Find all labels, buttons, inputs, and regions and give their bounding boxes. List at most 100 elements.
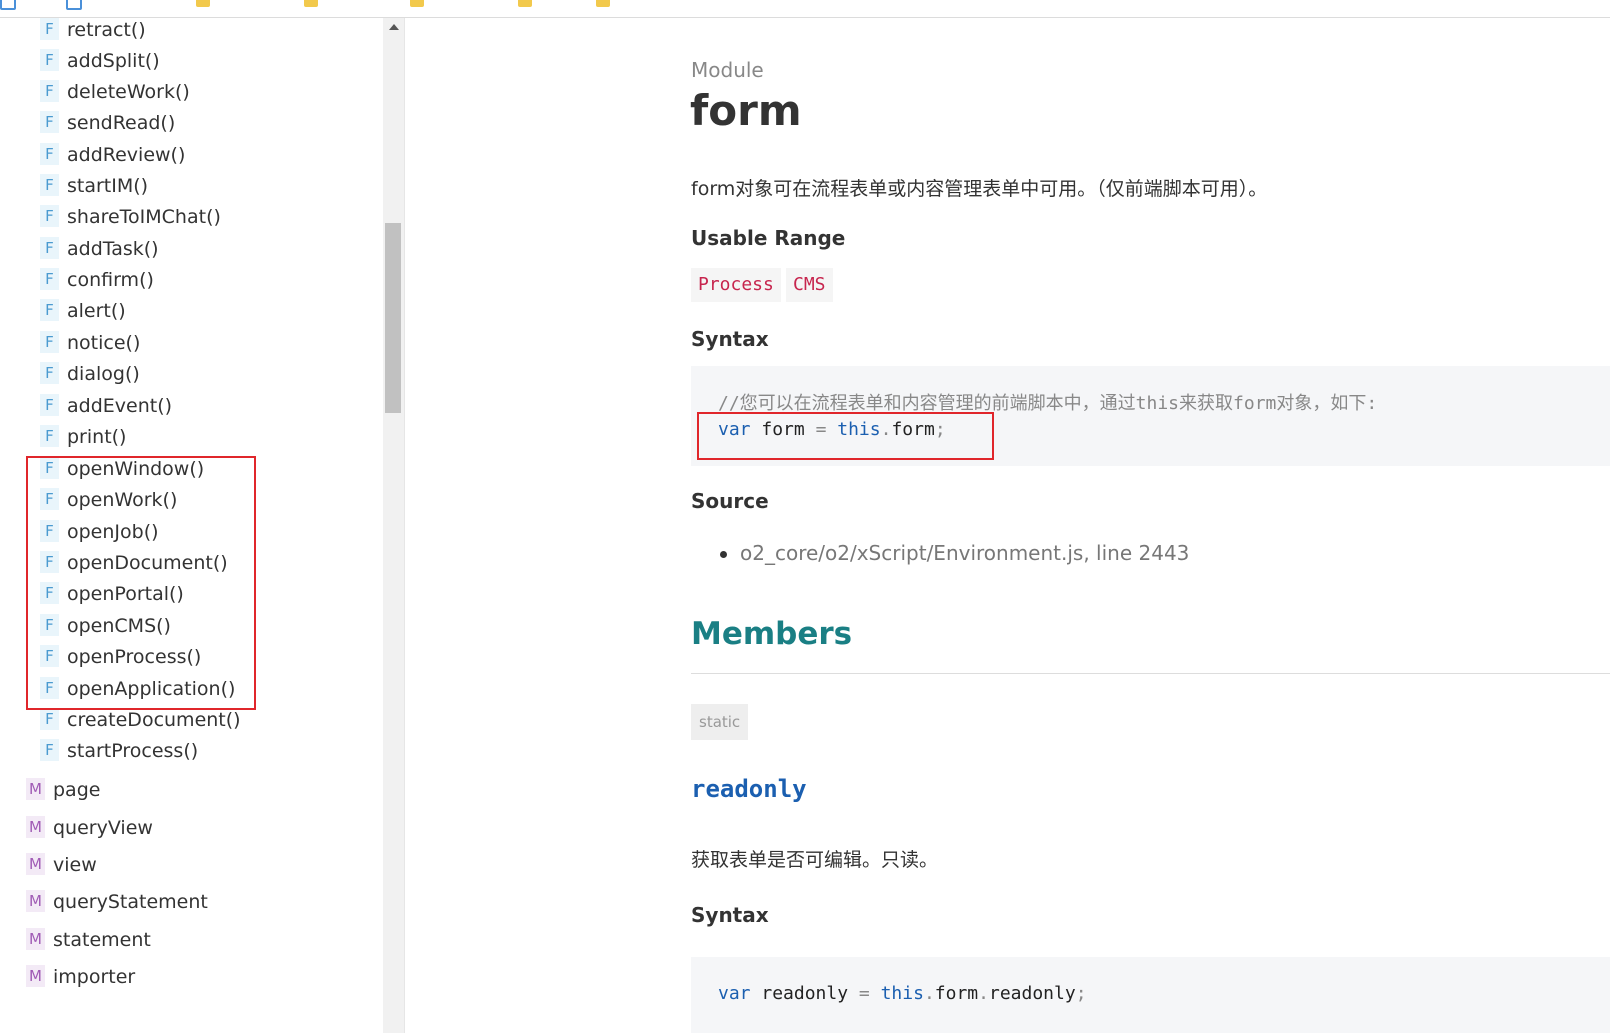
bookmark-item[interactable] [0,0,24,10]
nav-function-item[interactable]: FaddEvent() [40,394,172,418]
code-identifier: readonly [989,983,1076,1004]
nav-function-item[interactable]: FaddTask() [40,237,159,261]
nav-item-label: deleteWork() [67,81,190,103]
bookmark-folder[interactable] [196,0,218,8]
main-content: Module form form对象可在流程表单或内容管理表单中可用。（仅前端脚… [405,18,1610,1033]
module-badge-icon: M [26,816,45,838]
page-title: form [690,86,802,135]
nav-item-label: sendRead() [67,112,176,134]
nav-item-label: confirm() [67,269,154,291]
nav-function-item[interactable]: FsendRead() [40,111,175,135]
module-badge-icon: M [26,965,45,987]
function-badge-icon: F [40,362,59,384]
nav-item-label: startIM() [67,175,149,197]
nav-item-label: addReview() [67,144,186,166]
nav-item-label: print() [67,426,127,448]
module-badge-icon: M [26,890,45,912]
highlight-box [697,412,994,460]
nav-item-label: dialog() [67,363,140,385]
nav-function-item[interactable]: FcreateDocument() [40,708,241,732]
code-keyword: this [880,983,924,1004]
function-badge-icon: F [40,708,59,730]
code-keyword: var [718,983,751,1004]
nav-function-item[interactable]: FaddReview() [40,143,185,167]
members-heading: Members [691,616,853,652]
nav-function-item[interactable]: Fretract() [40,18,146,42]
code-punctuation: . [923,983,935,1004]
function-badge-icon: F [40,268,59,290]
scrollbar-thumb[interactable] [385,223,401,413]
function-badge-icon: F [40,205,59,227]
function-badge-icon: F [40,237,59,259]
nav-item-label: shareToIMChat() [67,206,221,228]
nav-function-item[interactable]: Fprint() [40,425,126,449]
bookmark-item[interactable] [66,0,90,10]
function-badge-icon: F [40,143,59,165]
nav-function-item[interactable]: Fdialog() [40,362,140,386]
nav-item-label: alert() [67,300,126,322]
page-icon [66,0,82,10]
module-badge-icon: M [26,778,45,800]
code-operator: = [858,983,870,1004]
section-divider [691,673,1610,674]
source-link[interactable]: o2_core/o2/xScript/Environment.js, line … [740,541,1189,565]
nav-item-label: addTask() [67,238,159,260]
member-code-block: var readonly = this.form.readonly; [691,957,1610,1033]
module-badge-icon: M [26,928,45,950]
member-description: 获取表单是否可编辑。只读。 [691,849,939,871]
nav-module-item[interactable]: Mstatement [26,928,151,952]
nav-function-item[interactable]: Fnotice() [40,331,140,355]
member-name[interactable]: readonly [691,775,807,803]
nav-item-label: view [53,854,97,876]
bookmark-folder[interactable] [596,0,618,8]
nav-item-label: queryView [53,817,153,839]
function-badge-icon: F [40,331,59,353]
nav-item-label: statement [53,929,151,951]
nav-function-item[interactable]: FstartIM() [40,174,148,198]
function-badge-icon: F [40,80,59,102]
folder-icon [304,0,318,7]
scroll-up-arrow-icon[interactable] [389,24,399,30]
nav-function-item[interactable]: FshareToIMChat() [40,205,221,229]
sidebar-scrollbar[interactable] [383,18,405,1033]
bookmark-folder[interactable] [410,0,432,8]
bookmark-folder[interactable] [304,0,326,8]
bookmark-folder[interactable] [518,0,540,8]
static-badge: static [691,704,749,740]
nav-function-item[interactable]: FaddSplit() [40,49,160,73]
usable-range-heading: Usable Range [691,226,846,250]
nav-item-label: retract() [67,19,146,41]
nav-module-item[interactable]: Mimporter [26,965,135,989]
nav-item-label: addSplit() [67,50,160,72]
syntax-heading: Syntax [691,327,769,351]
nav-module-item[interactable]: MqueryView [26,816,153,840]
module-badge-icon: M [26,853,45,875]
code-identifier: form [934,983,979,1004]
nav-function-item[interactable]: Falert() [40,299,126,323]
doc-kind-label: Module [691,58,764,82]
function-badge-icon: F [40,739,59,761]
function-badge-icon: F [40,425,59,447]
list-bullet [720,551,727,558]
function-badge-icon: F [40,49,59,71]
nav-function-item[interactable]: FstartProcess() [40,739,198,763]
page-icon [0,0,16,10]
member-syntax-heading: Syntax [691,903,769,927]
nav-function-item[interactable]: FdeleteWork() [40,80,190,104]
function-badge-icon: F [40,18,59,40]
function-badge-icon: F [40,394,59,416]
highlight-box [26,456,256,710]
nav-module-item[interactable]: Mpage [26,778,100,802]
nav-module-item[interactable]: Mview [26,853,97,877]
code-identifier: readonly [761,983,849,1004]
nav-item-label: page [53,779,101,801]
nav-module-item[interactable]: MqueryStatement [26,890,208,914]
range-tag-cms: CMS [786,268,833,302]
nav-item-label: queryStatement [53,891,208,913]
nav-item-label: createDocument() [67,709,241,731]
source-heading: Source [691,489,769,513]
bookmarks-bar [0,0,1610,18]
nav-function-item[interactable]: Fconfirm() [40,268,154,292]
code-line: var readonly = this.form.readonly; [718,983,1087,1004]
code-punctuation: . [978,983,989,1004]
